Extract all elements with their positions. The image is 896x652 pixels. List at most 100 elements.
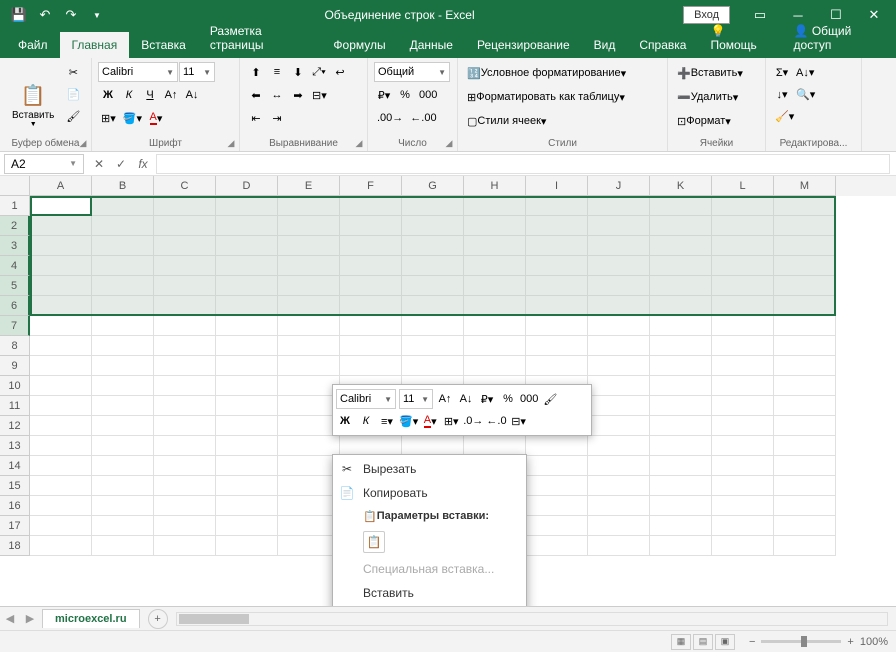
cell[interactable] <box>30 216 92 236</box>
cell[interactable] <box>216 316 278 336</box>
italic-button[interactable]: К <box>119 85 139 105</box>
cell[interactable] <box>526 256 588 276</box>
font-size-combo[interactable]: 11▼ <box>179 62 215 82</box>
cell[interactable] <box>712 536 774 556</box>
font-color-button[interactable]: A▾ <box>146 108 166 128</box>
cell[interactable] <box>154 536 216 556</box>
cell[interactable] <box>588 316 650 336</box>
ribbon-decrease-font-button[interactable]: A↓ <box>182 85 202 105</box>
cell[interactable] <box>340 276 402 296</box>
align-center-button[interactable]: ↔ <box>267 85 287 105</box>
cell[interactable] <box>464 196 526 216</box>
cell[interactable] <box>588 336 650 356</box>
cell[interactable] <box>92 316 154 336</box>
row-header-15[interactable]: 15 <box>0 476 30 496</box>
row-header-18[interactable]: 18 <box>0 536 30 556</box>
cell[interactable] <box>216 456 278 476</box>
cell[interactable] <box>92 196 154 216</box>
cell[interactable] <box>588 376 650 396</box>
cell[interactable] <box>712 356 774 376</box>
page-layout-view-icon[interactable]: ▤ <box>693 634 713 650</box>
cell[interactable] <box>154 336 216 356</box>
cell[interactable] <box>650 236 712 256</box>
zoom-slider[interactable] <box>761 640 841 643</box>
cancel-formula-icon[interactable]: ✕ <box>88 154 110 174</box>
cell[interactable] <box>774 396 836 416</box>
cell[interactable] <box>216 356 278 376</box>
cell[interactable] <box>526 536 588 556</box>
align-right-button[interactable]: ➡ <box>288 85 308 105</box>
cell[interactable] <box>712 456 774 476</box>
cell[interactable] <box>340 356 402 376</box>
cell[interactable] <box>774 356 836 376</box>
cell[interactable] <box>92 376 154 396</box>
cell[interactable] <box>712 196 774 216</box>
cell[interactable] <box>402 356 464 376</box>
cell[interactable] <box>30 196 92 216</box>
cell[interactable] <box>402 436 464 456</box>
delete-cells-button[interactable]: ➖ Удалить ▾ <box>674 86 759 108</box>
tab-help[interactable]: Справка <box>627 32 698 58</box>
sheet-nav-prev-icon[interactable]: ◀ <box>0 612 20 625</box>
align-top-button[interactable]: ⬆ <box>246 62 266 82</box>
menu-delete[interactable]: Удалить <box>333 605 526 606</box>
increase-indent-button[interactable]: ⇥ <box>267 108 287 128</box>
cell[interactable] <box>774 276 836 296</box>
mini-percent-icon[interactable]: % <box>499 390 517 408</box>
alignment-launcher-icon[interactable]: ◢ <box>353 137 365 149</box>
col-header-D[interactable]: D <box>216 176 278 196</box>
cell[interactable] <box>30 376 92 396</box>
cell[interactable] <box>712 496 774 516</box>
cell[interactable] <box>464 256 526 276</box>
cell[interactable] <box>30 416 92 436</box>
cell[interactable] <box>712 336 774 356</box>
cell[interactable] <box>402 216 464 236</box>
cell[interactable] <box>774 376 836 396</box>
cell[interactable] <box>588 436 650 456</box>
tab-formulas[interactable]: Формулы <box>321 32 397 58</box>
cell[interactable] <box>464 276 526 296</box>
cell[interactable] <box>526 196 588 216</box>
cell[interactable] <box>30 256 92 276</box>
cell[interactable] <box>278 456 340 476</box>
cell[interactable] <box>92 476 154 496</box>
cell[interactable] <box>216 236 278 256</box>
cell[interactable] <box>402 236 464 256</box>
merge-button[interactable]: ⊟▾ <box>309 85 330 105</box>
cell[interactable] <box>712 436 774 456</box>
cell[interactable] <box>30 296 92 316</box>
cell[interactable] <box>278 196 340 216</box>
cell[interactable] <box>712 516 774 536</box>
row-header-7[interactable]: 7 <box>0 316 30 336</box>
cell[interactable] <box>92 216 154 236</box>
col-header-B[interactable]: B <box>92 176 154 196</box>
cell[interactable] <box>402 316 464 336</box>
hscroll-thumb[interactable] <box>179 614 249 624</box>
cell[interactable] <box>216 216 278 236</box>
cell[interactable] <box>774 256 836 276</box>
cell[interactable] <box>92 336 154 356</box>
row-header-1[interactable]: 1 <box>0 196 30 216</box>
cell[interactable] <box>402 196 464 216</box>
cell[interactable] <box>278 476 340 496</box>
cell[interactable] <box>588 356 650 376</box>
cell[interactable] <box>340 256 402 276</box>
ribbon-increase-font-button[interactable]: A↑ <box>161 85 181 105</box>
row-header-12[interactable]: 12 <box>0 416 30 436</box>
row-header-10[interactable]: 10 <box>0 376 30 396</box>
cell[interactable] <box>30 396 92 416</box>
format-as-table-button[interactable]: ⊞ Форматировать как таблицу ▾ <box>464 86 661 108</box>
cell[interactable] <box>340 316 402 336</box>
cell[interactable] <box>526 356 588 376</box>
cell[interactable] <box>154 416 216 436</box>
row-header-16[interactable]: 16 <box>0 496 30 516</box>
zoom-value[interactable]: 100% <box>860 636 888 648</box>
cell[interactable] <box>650 356 712 376</box>
cell[interactable] <box>30 496 92 516</box>
cell[interactable] <box>774 236 836 256</box>
insert-cells-button[interactable]: ➕ Вставить ▾ <box>674 62 759 84</box>
row-header-3[interactable]: 3 <box>0 236 30 256</box>
tab-data[interactable]: Данные <box>398 32 465 58</box>
percent-button[interactable]: % <box>395 85 415 105</box>
row-header-5[interactable]: 5 <box>0 276 30 296</box>
